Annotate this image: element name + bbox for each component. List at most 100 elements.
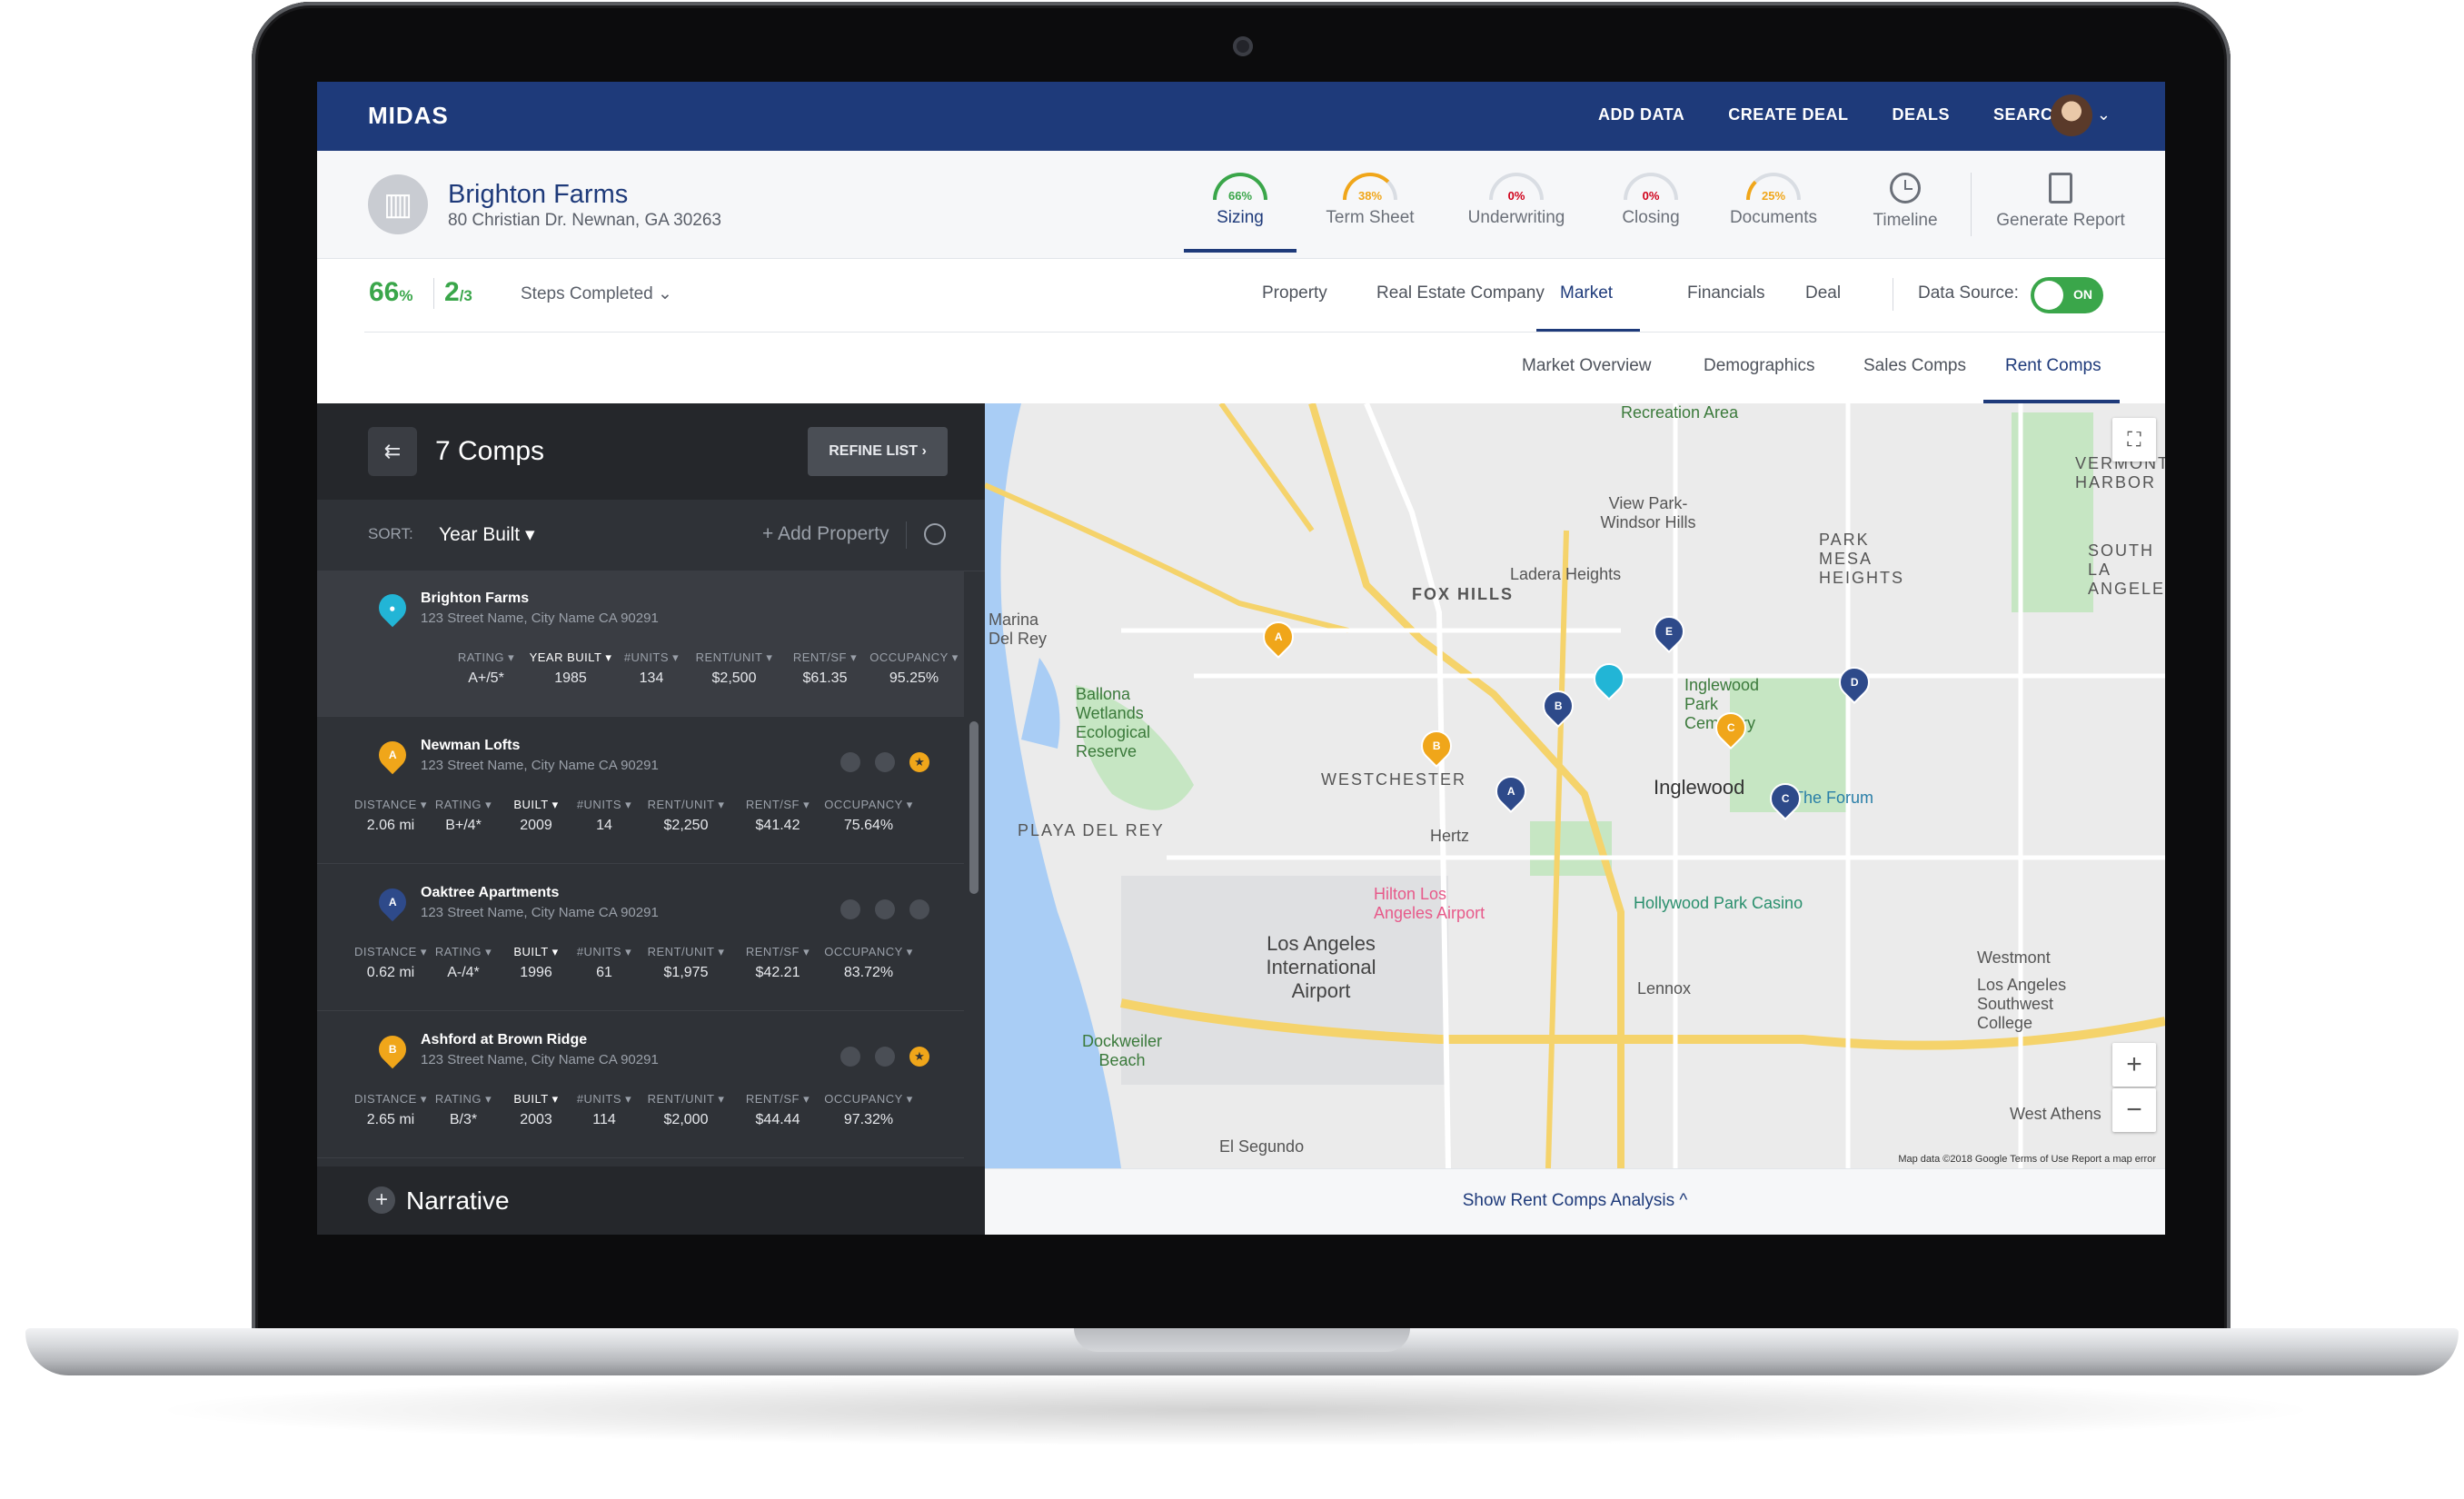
cell-rent-sf: $42.21	[755, 965, 800, 980]
col-header-units[interactable]: #UNITS ▾	[619, 650, 684, 665]
col-header-rent-sf[interactable]: RENT/SF ▾	[784, 650, 866, 665]
col-header-built[interactable]: BUILT ▾	[499, 798, 573, 812]
star-icon[interactable]: ★	[909, 752, 929, 772]
step-documents[interactable]: 25% Documents	[1716, 173, 1831, 247]
map-label: The Forum	[1793, 789, 1874, 807]
fullscreen-icon[interactable]: ⛶	[2112, 418, 2156, 462]
col-header-units[interactable]: #UNITS ▾	[573, 945, 635, 959]
col-header-rent-sf[interactable]: RENT/SF ▾	[737, 1092, 819, 1107]
add-property-button[interactable]: + Add Property	[762, 523, 889, 545]
chevron-down-icon: ⌄	[658, 284, 672, 303]
tab-financials[interactable]: Financials	[1687, 283, 1765, 303]
analysis-toggle-bar[interactable]: Show Rent Comps Analysis ^	[985, 1168, 2165, 1235]
tab-market[interactable]: Market	[1560, 283, 1613, 303]
tab-property[interactable]: Property	[1262, 283, 1327, 303]
subtab-sales-comps[interactable]: Sales Comps	[1863, 356, 1966, 376]
comp-row[interactable]: B Ashford at Brown Ridge 123 Street Name, …	[317, 1012, 964, 1158]
steps-fraction: 2/3	[444, 277, 472, 308]
remove-icon[interactable]	[840, 752, 860, 772]
col-header-distance[interactable]: DISTANCE ▾	[353, 945, 428, 959]
col-header-rent-unit[interactable]: RENT/UNIT ▾	[635, 945, 737, 959]
col-header-rent-unit[interactable]: RENT/UNIT ▾	[635, 1092, 737, 1107]
col-header-occupancy[interactable]: OCCUPANCY ▾	[819, 798, 919, 812]
col-header-rent-unit[interactable]: RENT/UNIT ▾	[635, 798, 737, 812]
property-address: 80 Christian Dr. Newnan, GA 30263	[448, 211, 722, 230]
refine-list-button[interactable]: REFINE LIST ›	[808, 427, 948, 476]
cell-rent-sf: $41.42	[755, 818, 800, 833]
comp-name: Oaktree Apartments	[421, 885, 560, 900]
steps-completed-label: Steps Completed	[521, 284, 653, 303]
cell-units: 114	[592, 1112, 616, 1127]
comp-row[interactable]: A Newman Lofts 123 Street Name, City Name …	[317, 718, 964, 864]
subtab-demographics[interactable]: Demographics	[1704, 356, 1815, 376]
subject-property-row[interactable]: ● Brighton Farms 123 Street Name, City N…	[317, 571, 964, 717]
steps-completed-dropdown[interactable]: Steps Completed ⌄	[521, 283, 672, 304]
subtab-rent-comps[interactable]: Rent Comps	[2005, 356, 2101, 376]
property-header: ▥ Brighton Farms 80 Christian Dr. Newnan…	[317, 151, 2165, 259]
zoom-out-button[interactable]: −	[2112, 1088, 2156, 1132]
data-source-toggle[interactable]: ON	[2031, 277, 2103, 313]
step-sizing[interactable]: 66% Sizing	[1184, 173, 1297, 253]
sidebar-scrollbar[interactable]	[969, 721, 979, 894]
map-view[interactable]: FOX HILLS Ladera Heights View Park-Winds…	[985, 403, 2165, 1168]
map-label: Hertz	[1430, 827, 1470, 845]
col-header-distance[interactable]: DISTANCE ▾	[353, 1092, 428, 1107]
nav-deals[interactable]: DEALS	[1892, 105, 1950, 124]
col-header-units[interactable]: #UNITS ▾	[573, 798, 635, 812]
col-header-year-built[interactable]: YEAR BUILT ▾	[522, 650, 619, 665]
map-label: Marina Del Rey	[989, 611, 1048, 648]
progress-gauge	[1746, 173, 1801, 200]
col-header-occupancy[interactable]: OCCUPANCY ▾	[866, 650, 962, 665]
info-icon[interactable]	[875, 899, 895, 919]
info-icon[interactable]	[875, 752, 895, 772]
step-underwriting[interactable]: 0% Underwriting	[1455, 173, 1578, 247]
comp-row[interactable]: A Oaktree Apartments 123 Street Name, City…	[317, 865, 964, 1011]
col-header-units[interactable]: #UNITS ▾	[573, 1092, 635, 1107]
step-closing[interactable]: 0% Closing	[1607, 173, 1694, 247]
col-header-rent-unit[interactable]: RENT/UNIT ▾	[684, 650, 784, 665]
tab-real-estate-company[interactable]: Real Estate Company	[1376, 283, 1545, 303]
map-attribution[interactable]: Map data ©2018 Google Terms of Use Repor…	[1898, 1154, 2156, 1165]
zoom-in-button[interactable]: +	[2112, 1043, 2156, 1087]
remove-icon[interactable]	[840, 899, 860, 919]
comps-header: ⇇ 7 Comps REFINE LIST ›	[317, 403, 985, 500]
narrative-label: Narrative	[406, 1186, 510, 1215]
star-icon[interactable]: ★	[909, 1047, 929, 1067]
location-pin-icon: B	[373, 1029, 412, 1069]
search-icon[interactable]	[924, 523, 946, 545]
clock-icon	[1890, 173, 1921, 204]
col-header-distance[interactable]: DISTANCE ▾	[353, 798, 428, 812]
generate-report-button[interactable]: Generate Report	[1983, 173, 2138, 247]
col-header-occupancy[interactable]: OCCUPANCY ▾	[819, 1092, 919, 1107]
collapse-panel-icon[interactable]: ⇇	[368, 427, 417, 476]
brand-logo[interactable]: MIDAS	[368, 102, 449, 130]
cell-occupancy: 83.72%	[843, 965, 894, 980]
plus-icon[interactable]: +	[368, 1186, 395, 1214]
subtab-market-overview[interactable]: Market Overview	[1522, 356, 1652, 376]
narrative-section[interactable]: + Narrative	[317, 1166, 985, 1235]
col-header-rating[interactable]: RATING ▾	[428, 945, 499, 959]
col-header-rent-sf[interactable]: RENT/SF ▾	[737, 798, 819, 812]
tab-deal[interactable]: Deal	[1805, 283, 1841, 303]
cell-built: 1996	[520, 965, 552, 980]
show-rent-comps-analysis[interactable]: Show Rent Comps Analysis ^	[985, 1191, 2165, 1211]
sort-dropdown[interactable]: Year Built ▾	[439, 523, 535, 546]
avatar[interactable]	[2051, 94, 2092, 136]
timeline-button[interactable]: Timeline	[1853, 173, 1958, 247]
star-icon[interactable]	[909, 899, 929, 919]
col-header-rent-sf[interactable]: RENT/SF ▾	[737, 945, 819, 959]
col-header-rating[interactable]: RATING ▾	[450, 650, 522, 665]
col-header-rating[interactable]: RATING ▾	[428, 1092, 499, 1107]
col-header-built[interactable]: BUILT ▾	[499, 1092, 573, 1107]
info-icon[interactable]	[875, 1047, 895, 1067]
chevron-down-icon[interactable]: ⌄	[2097, 105, 2111, 124]
col-header-built[interactable]: BUILT ▾	[499, 945, 573, 959]
top-nav: MIDAS ADD DATA CREATE DEAL DEALS SEARCH …	[317, 82, 2165, 151]
step-term-sheet[interactable]: 38% Term Sheet	[1320, 173, 1420, 247]
progress-gauge	[1343, 173, 1397, 200]
col-header-occupancy[interactable]: OCCUPANCY ▾	[819, 945, 919, 959]
nav-add-data[interactable]: ADD DATA	[1598, 105, 1684, 124]
nav-create-deal[interactable]: CREATE DEAL	[1728, 105, 1848, 124]
remove-icon[interactable]	[840, 1047, 860, 1067]
col-header-rating[interactable]: RATING ▾	[428, 798, 499, 812]
